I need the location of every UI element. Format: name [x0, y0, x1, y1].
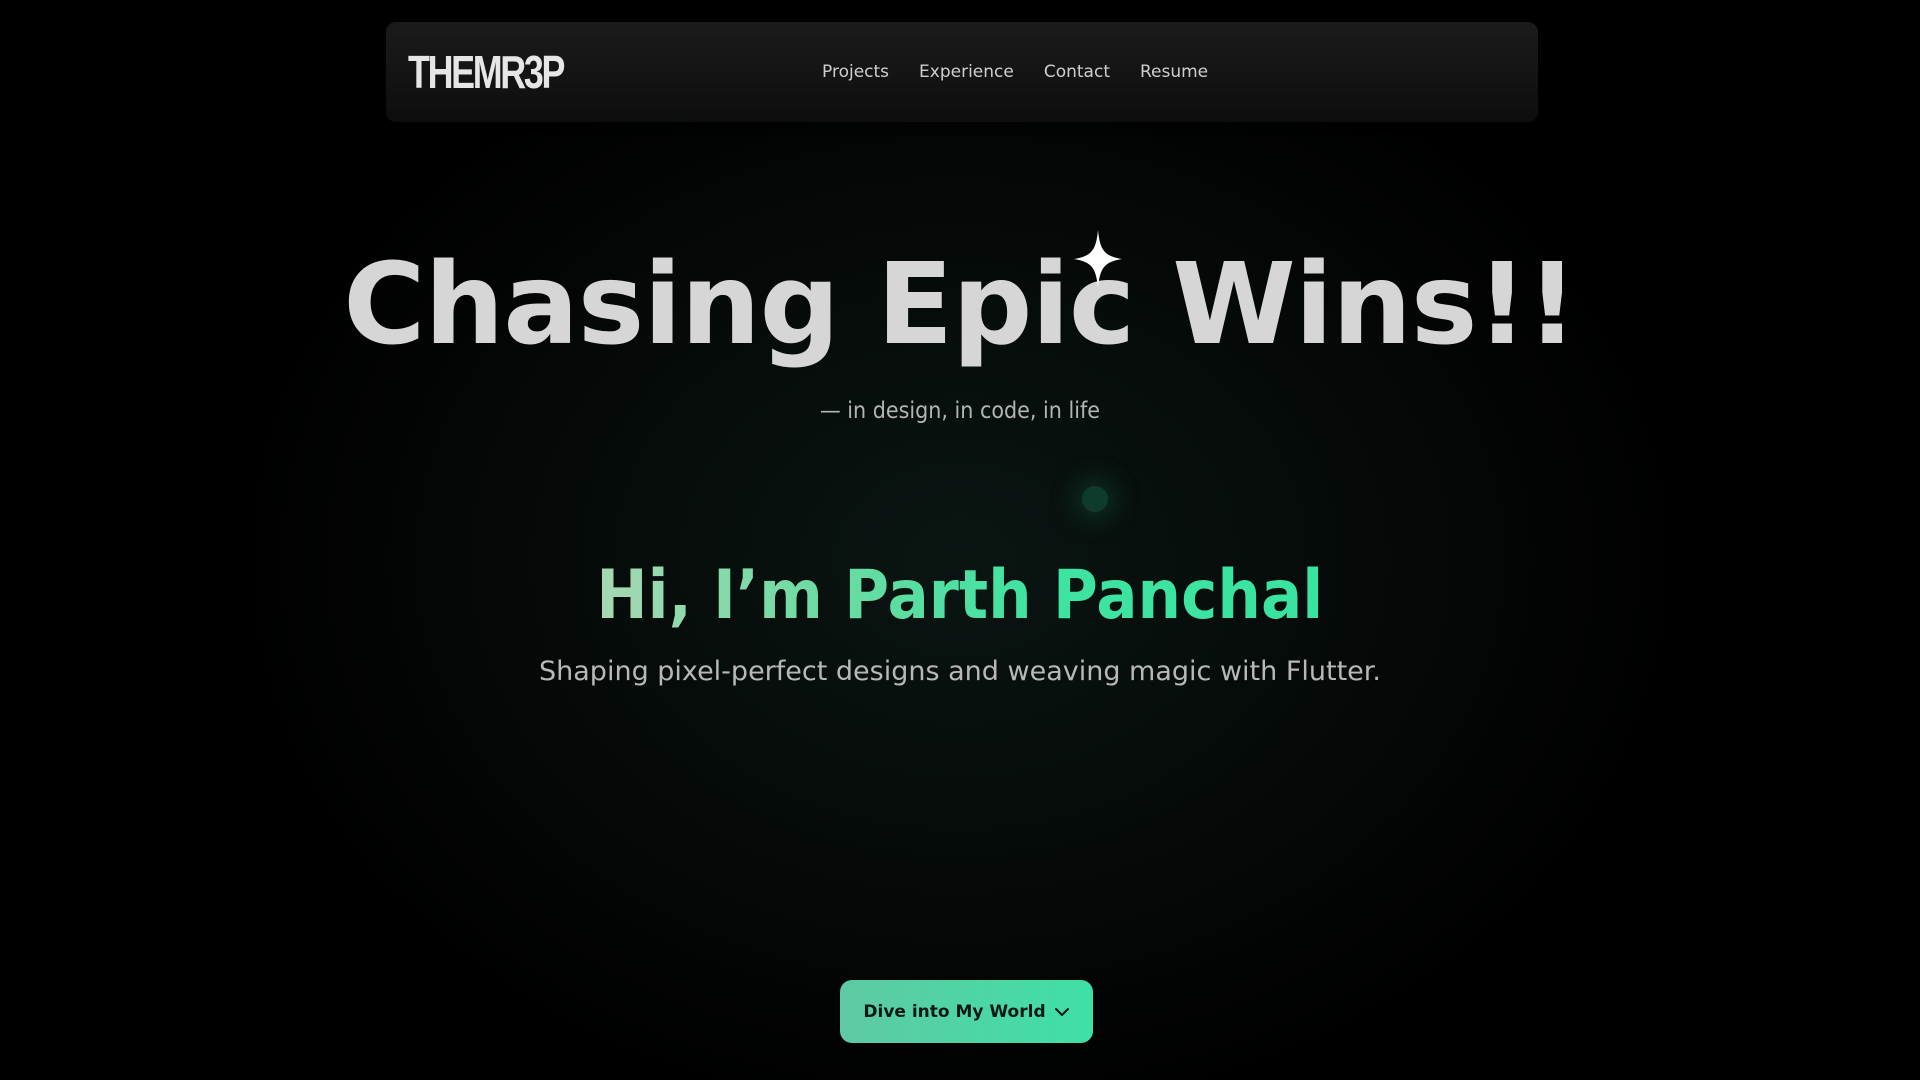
site-logo[interactable]: THEMR3P: [408, 48, 565, 96]
chevron-down-icon: [1054, 1007, 1069, 1016]
navbar: THEMR3P Projects Experience Contact Resu…: [386, 22, 1538, 122]
nav-link-projects[interactable]: Projects: [822, 62, 889, 82]
nav-link-contact[interactable]: Contact: [1044, 62, 1110, 82]
nav-link-experience[interactable]: Experience: [919, 62, 1014, 82]
tagline: Shaping pixel-perfect designs and weavin…: [539, 656, 1381, 687]
greeting-heading: Hi, I’m Parth Panchal: [0, 548, 1920, 644]
glow-dot: [1082, 486, 1108, 512]
nav-link-resume[interactable]: Resume: [1140, 62, 1208, 82]
greeting-text: Hi, I’m Parth Panchal: [597, 548, 1324, 644]
sparkle-icon: [1074, 230, 1122, 288]
hero-subtitle: — in design, in code, in life: [819, 398, 1101, 424]
dive-in-button-label: Dive into My World: [863, 1001, 1046, 1022]
dive-in-button[interactable]: Dive into My World: [840, 980, 1093, 1043]
nav-links: Projects Experience Contact Resume: [822, 22, 1208, 122]
hero-title: Chasing Epic Wins!!: [343, 240, 1577, 370]
